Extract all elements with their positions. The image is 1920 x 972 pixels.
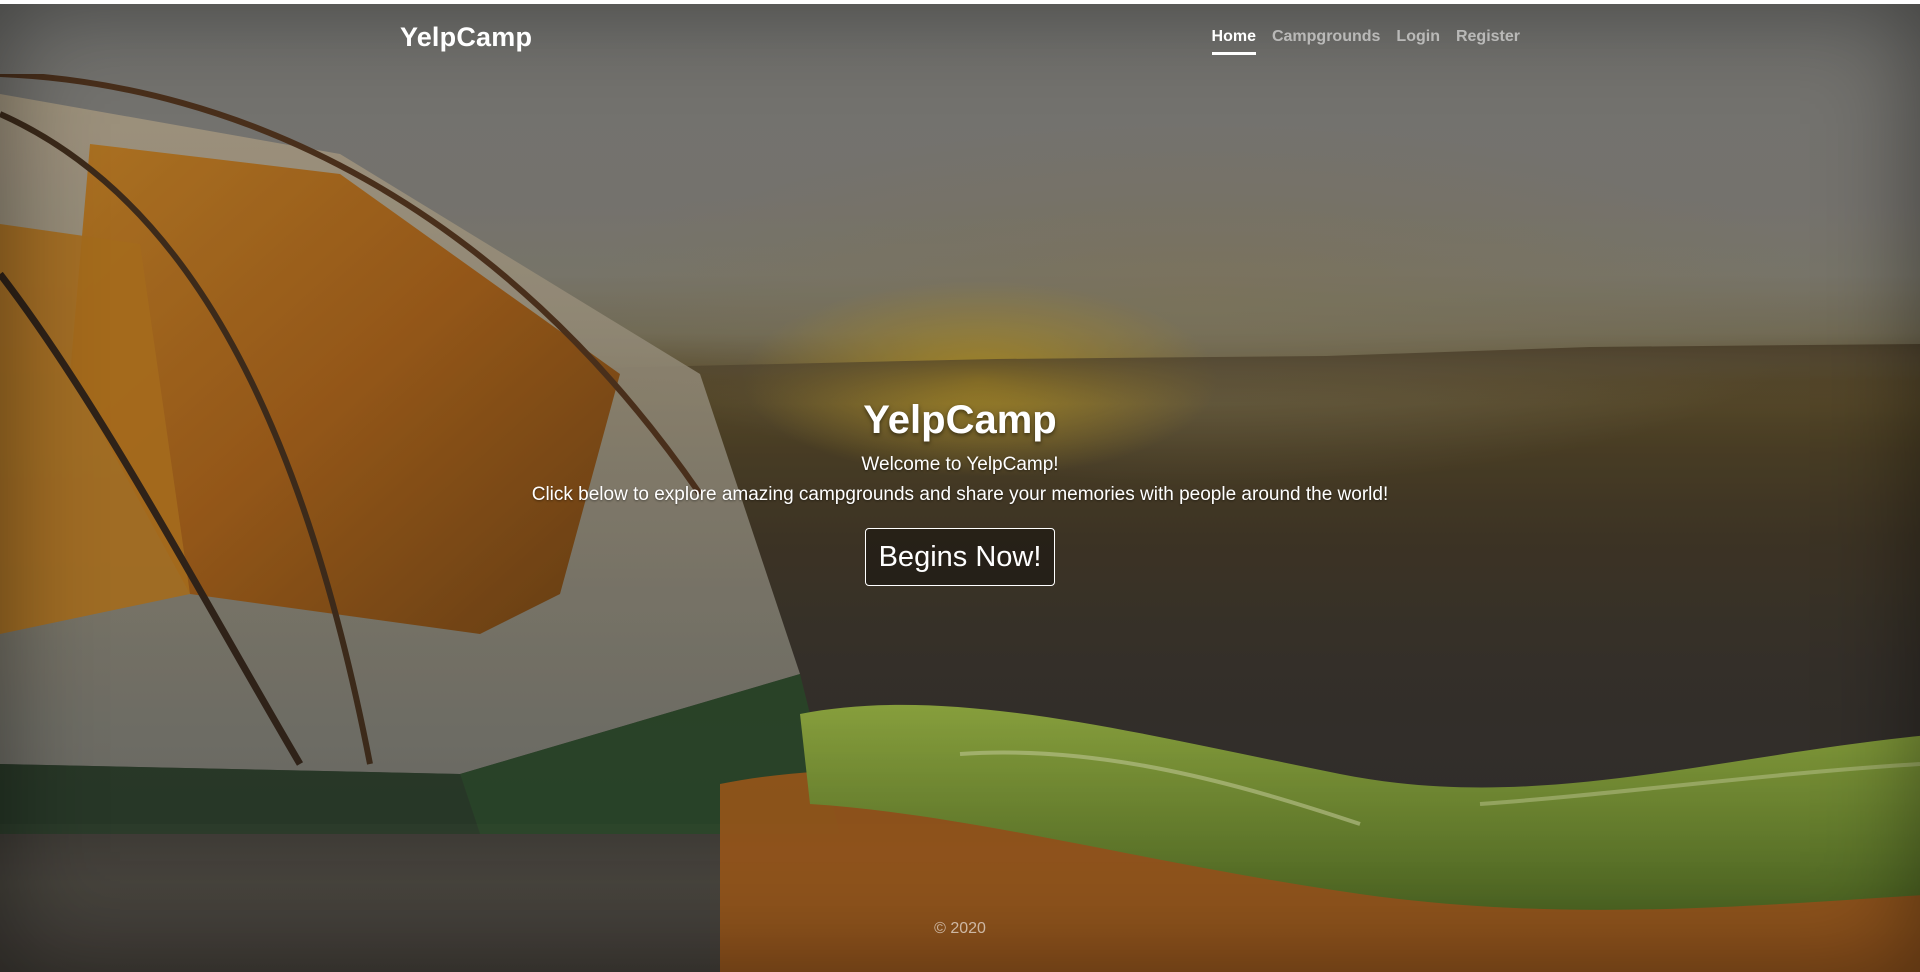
hero-title: YelpCamp xyxy=(863,398,1057,442)
nav-register-link[interactable]: Register xyxy=(1456,28,1520,55)
nav-home-link[interactable]: Home xyxy=(1211,28,1256,55)
nav-login-link[interactable]: Login xyxy=(1396,28,1440,55)
hero-description: Click below to explore amazing campgroun… xyxy=(531,484,1389,505)
hero: YelpCamp Welcome to YelpCamp! Click belo… xyxy=(0,396,1920,586)
navbar: YelpCamp Home Campgrounds Login Register xyxy=(0,4,1920,68)
nav-links: Home Campgrounds Login Register xyxy=(1211,28,1520,55)
footer: © 2020 xyxy=(0,920,1920,938)
copyright-text: © 2020 xyxy=(934,920,986,937)
nav-campgrounds-link[interactable]: Campgrounds xyxy=(1272,28,1380,55)
hero-subtitle: Welcome to YelpCamp! xyxy=(861,454,1059,475)
cover-page: YelpCamp Home Campgrounds Login Register… xyxy=(0,4,1920,972)
begin-now-button[interactable]: Begins Now! xyxy=(864,528,1056,586)
brand-link[interactable]: YelpCamp xyxy=(400,22,532,53)
